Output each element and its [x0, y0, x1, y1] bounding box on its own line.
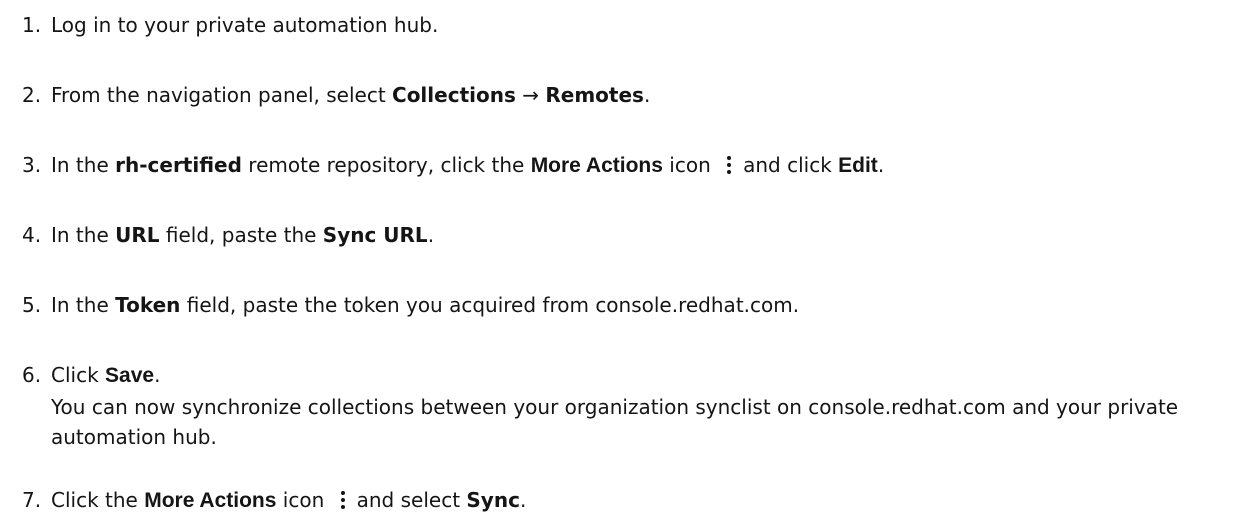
step-text-segment: In the [51, 223, 116, 247]
step-3: 3. In the rh-certified remote repository,… [22, 150, 884, 181]
ui-term: Remotes [545, 83, 644, 107]
step-1: 1. Log in to your private automation hub. [22, 10, 438, 40]
ui-term: Collections [392, 83, 516, 107]
step-text-segment: . [154, 363, 161, 387]
step-6-result-note: You can now synchronize collections betw… [51, 395, 1179, 449]
ui-term: More Actions [530, 154, 663, 177]
step-number: 2. [22, 83, 42, 107]
ui-term: URL [115, 223, 160, 247]
step-text-segment: and select [356, 488, 467, 512]
step-text: From the navigation panel, select Collec… [51, 83, 650, 107]
step-text-segment: In the [51, 153, 116, 177]
step-text-segment: Click [51, 363, 106, 387]
ui-term: More Actions [144, 489, 277, 512]
more-actions-icon [725, 155, 733, 175]
step-text: In the Token field, paste the token you … [51, 293, 799, 317]
step-7: 7. Click the More Actions icon and select… [22, 485, 526, 516]
step-number: 6. [22, 363, 42, 387]
step-text-segment: field, paste the [159, 223, 323, 247]
step-text: Log in to your private automation hub. [51, 13, 438, 37]
step-text-segment: and click [743, 153, 839, 177]
step-text: Click Save. [51, 363, 160, 387]
step-text-segment: From the navigation panel, select [51, 83, 393, 107]
step-text-segment: icon [662, 153, 718, 177]
step-6: 6. Click Save. [22, 360, 160, 391]
ui-term: Sync URL [322, 223, 428, 247]
procedure-steps: 1. Log in to your private automation hub.… [0, 0, 1238, 529]
step-text-segment: . [877, 153, 885, 177]
step-number: 7. [22, 488, 42, 512]
step-text: In the URL field, paste the Sync URL. [51, 223, 434, 247]
step-text-segment: Log in to your private automation hub. [51, 13, 439, 37]
step-text-segment: → [515, 83, 546, 107]
step-number: 3. [22, 153, 42, 177]
ui-term: Sync [466, 488, 520, 512]
more-actions-icon [339, 490, 347, 510]
step-4: 4. In the URL field, paste the Sync URL. [22, 220, 434, 250]
ui-term: rh-certified [115, 153, 242, 177]
step-text: In the rh-certified remote repository, c… [51, 153, 884, 177]
step-text-segment: Click the [51, 488, 145, 512]
step-5: 5. In the Token field, paste the token yo… [22, 290, 799, 320]
step-text-segment: . [643, 83, 651, 107]
step-number: 4. [22, 223, 42, 247]
step-text-segment: . [427, 223, 435, 247]
step-text-segment: remote repository, click the [241, 153, 531, 177]
step-text: Click the More Actions icon and select S… [51, 488, 526, 512]
step-number: 1. [22, 13, 42, 37]
step-number: 5. [22, 293, 42, 317]
step-text-segment: . [519, 488, 527, 512]
ui-term: Edit [838, 154, 878, 177]
step-text-segment: In the [51, 293, 116, 317]
step-text-segment: icon [276, 488, 331, 512]
ui-term: Save [105, 364, 155, 387]
ui-term: Token [115, 293, 181, 317]
step-2: 2. From the navigation panel, select Coll… [22, 80, 650, 110]
step-text-segment: field, paste the token you acquired from… [180, 293, 800, 317]
